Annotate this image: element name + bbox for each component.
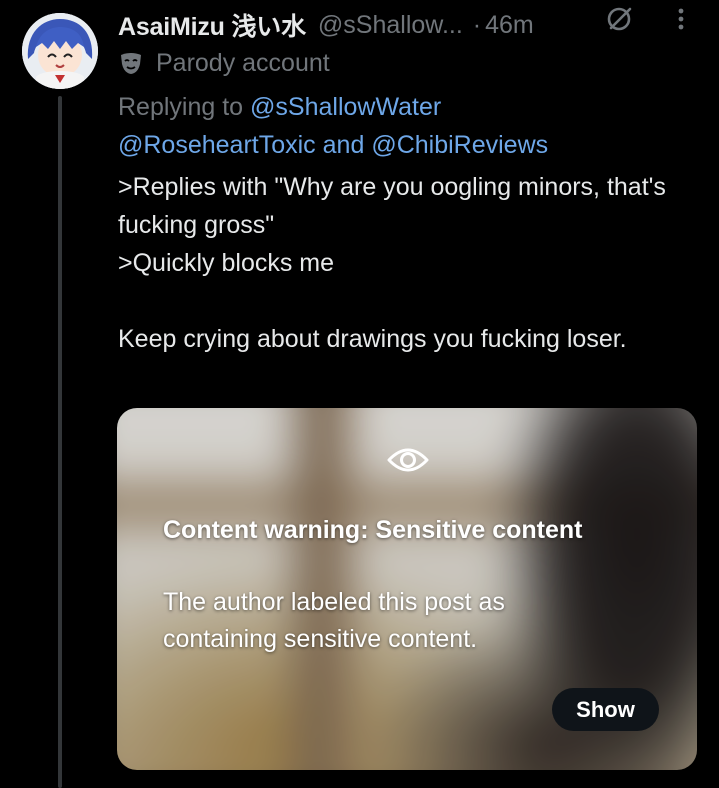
sensitive-media-card[interactable]: Content warning: Sensitive content The a… xyxy=(117,408,697,770)
content-warning-description: The author labeled this post as containi… xyxy=(163,588,505,653)
mention-link[interactable]: @ChibiReviews xyxy=(371,131,548,159)
thread-line xyxy=(58,96,62,788)
show-button[interactable]: Show xyxy=(552,688,659,731)
replying-to: Replying to @sShallowWater @RoseheartTox… xyxy=(118,88,698,164)
avatar-image xyxy=(22,13,98,89)
tweet-line: Keep crying about drawings you fucking l… xyxy=(118,325,627,353)
tweet-text: >Replies with "Why are you oogling minor… xyxy=(118,168,698,358)
user-handle[interactable]: @sShallow... xyxy=(318,11,463,40)
content-warning-title: Content warning: Sensitive content xyxy=(163,516,583,544)
timestamp[interactable]: 46m xyxy=(485,11,534,40)
replying-to-prefix: Replying to xyxy=(118,93,244,121)
avatar[interactable] xyxy=(22,13,98,89)
tweet-line: >Replies with "Why are you oogling minor… xyxy=(118,173,666,239)
tweet-line: >Quickly blocks me xyxy=(118,249,335,277)
mention-link[interactable]: @RoseheartToxic xyxy=(118,131,316,159)
display-name[interactable]: AsaiMizu 浅い水 xyxy=(118,7,306,43)
mention-link[interactable]: @sShallowWater xyxy=(250,93,441,121)
mention-conjunction[interactable]: and xyxy=(323,131,365,159)
parody-label-text: Parody account xyxy=(156,48,330,77)
parody-label: Parody account xyxy=(118,46,330,80)
grok-icon[interactable] xyxy=(604,4,634,34)
time-separator: · xyxy=(472,10,482,39)
more-icon[interactable] xyxy=(666,4,696,34)
eye-icon xyxy=(387,448,429,472)
parody-mask-icon xyxy=(121,53,141,74)
